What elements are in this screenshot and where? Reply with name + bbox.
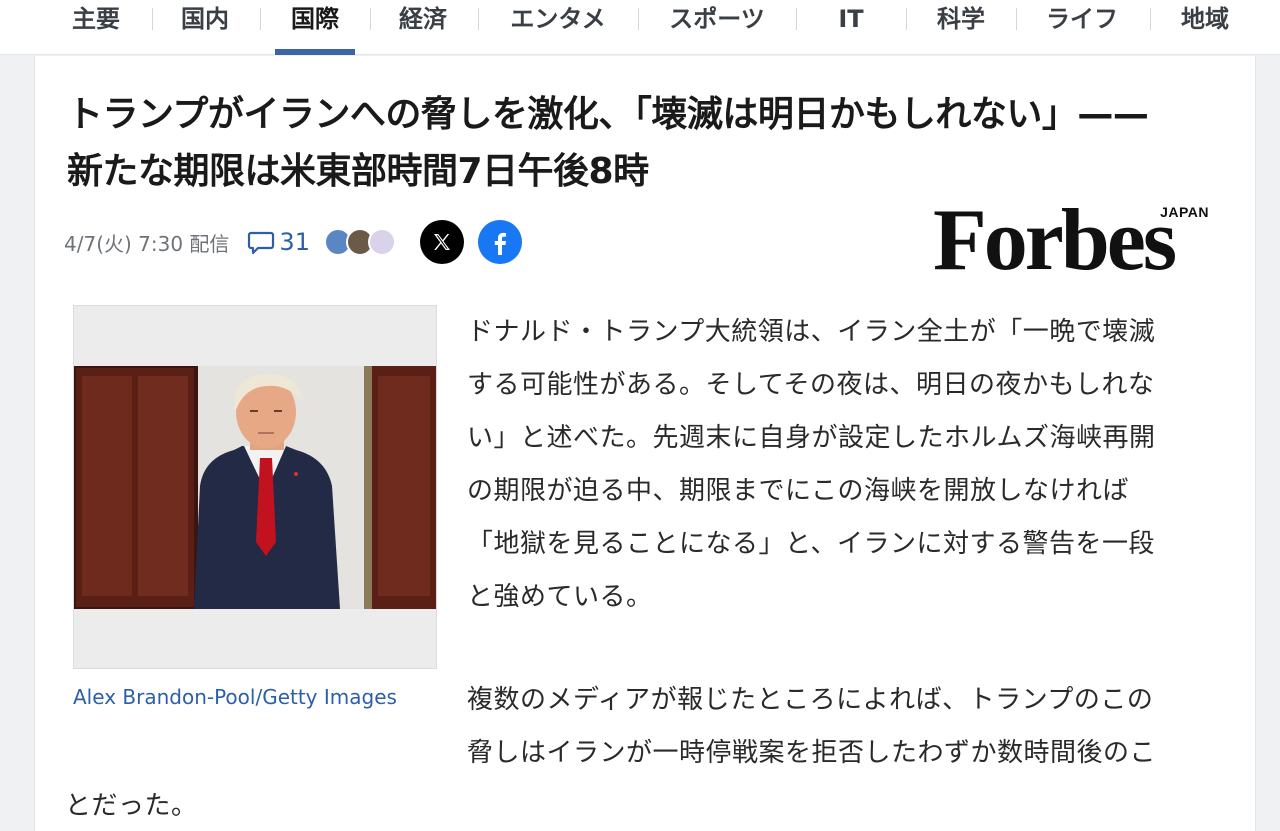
paragraph-line: の期限が迫る中、期限までにこの海峡を開放しなければ [467,476,1129,506]
tab-label: 経済 [399,5,447,33]
paragraph-line: 複数のメディアが報じたところによれば、トランプのこの [467,685,1154,715]
tab-divider [478,8,479,30]
share-facebook-button[interactable] [477,220,522,264]
tab-label: 科学 [937,5,985,33]
paragraph-line: とだった。 [65,791,198,821]
share-x-button[interactable] [419,220,464,264]
tab-label: スポーツ [669,5,765,33]
speech-bubble-icon [248,231,275,255]
photo-illustration [74,366,436,609]
tab-domestic[interactable]: 国内 [166,0,244,55]
tab-it[interactable]: IT [812,0,890,55]
tab-divider [796,8,797,30]
tab-divider [370,8,371,30]
comments-button[interactable]: 31 [247,228,310,256]
tab-science[interactable]: 科学 [922,0,1000,55]
tab-label: 国内 [181,5,229,33]
tab-international[interactable]: 国際 [275,0,355,55]
headline-line: トランプがイランへの脅しを激化、「壊滅は明日かもしれない」—— [67,94,1149,135]
paragraph-line: 脅しはイランが一時停戦案を拒否したわずか数時間後のこ [467,738,1157,768]
paragraph-line: と強めている。 [467,582,653,612]
comment-count: 31 [279,228,310,256]
category-nav: 主要 国内 国際 経済 エンタメ スポーツ IT 科学 ライフ 地域 [0,0,1280,55]
article-photo [74,366,436,609]
tab-label: 主要 [72,5,120,33]
tab-divider [906,8,907,30]
article-headline: トランプがイランへの脅しを激化、「壊滅は明日かもしれない」—— 新たな期限は米東… [67,86,1247,200]
logo-main: Forbes [933,192,1177,289]
tab-life[interactable]: ライフ [1030,0,1134,55]
photo-caption-link[interactable]: Alex Brandon-Pool/Getty Images [73,685,397,709]
tab-region[interactable]: 地域 [1166,0,1244,55]
tab-divider [152,8,153,30]
forbes-japan-logo[interactable]: JAPAN Forbes [933,196,1223,286]
publish-date: 4/7(火) 7:30 配信 [64,231,230,256]
tab-divider [1016,8,1017,30]
paragraph-line: する可能性がある。そしてその夜は、明日の夜かもしれな [467,370,1155,400]
paragraph-line: い」と述べた。先週末に自身が設定したホルムズ海峡再開 [467,423,1156,453]
avatar [367,228,396,256]
tab-label: ライフ [1046,5,1118,33]
tab-label: 地域 [1181,5,1229,33]
tab-label: IT [838,5,864,33]
commenter-avatars[interactable] [323,228,396,256]
active-tab-indicator [275,49,355,55]
article-paragraph: 複数のメディアが報じたところによれば、トランプのこの 脅しはイランが一時停戦案を… [467,674,1227,780]
tab-divider [638,8,639,30]
x-logo-icon [433,234,450,250]
article-meta: 4/7(火) 7:30 配信 31 [64,220,522,264]
tab-divider [260,8,261,30]
tab-entertainment[interactable]: エンタメ [494,0,622,55]
tab-economy[interactable]: 経済 [384,0,462,55]
tab-divider [1150,8,1151,30]
paragraph-line: ドナルド・トランプ大統領は、イラン全土が「一晩で壊滅 [467,317,1156,347]
tab-sports[interactable]: スポーツ [654,0,780,55]
headline-line: 新たな期限は米東部時間7日午後8時 [67,151,649,192]
tab-label: エンタメ [510,5,606,33]
facebook-logo-icon [494,232,507,255]
article-card: トランプがイランへの脅しを激化、「壊滅は明日かもしれない」—— 新たな期限は米東… [34,56,1256,831]
article-paragraph: ドナルド・トランプ大統領は、イラン全土が「一晩で壊滅 する可能性がある。そしてそ… [467,306,1227,624]
paragraph-line: 「地獄を見ることになる」と、イランに対する警告を一段 [467,529,1155,559]
tab-label: 国際 [291,5,339,33]
article-photo-frame[interactable] [73,305,437,669]
tab-main[interactable]: 主要 [58,0,134,55]
